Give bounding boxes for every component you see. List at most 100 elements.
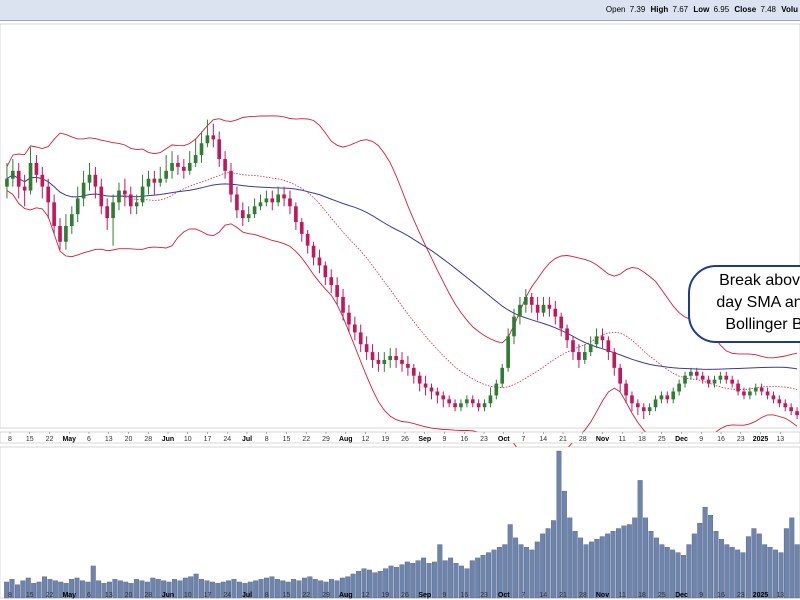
volume-date-tick-label: 15 xyxy=(26,592,34,599)
volume-date-tick-label: 9 xyxy=(443,592,447,599)
volume-date-tick-label: 16 xyxy=(460,592,468,599)
candle-body xyxy=(600,336,605,341)
volume-bar xyxy=(291,579,297,599)
volume-date-tick-label: 13 xyxy=(105,592,113,599)
date-tick-label: 11 xyxy=(619,436,626,443)
candle-body xyxy=(370,352,375,360)
candle-body xyxy=(11,170,15,179)
price-volume-chart: 8 15 22 May 6 13 20 28 Jun 10 17 24 Jul 8 15 22 29 Aug 12 1… xyxy=(0,23,800,599)
date-tick-label: 22 xyxy=(46,436,54,443)
volume-bar xyxy=(724,544,730,599)
candle-body xyxy=(158,178,163,183)
candle-body xyxy=(81,182,86,199)
candle-body xyxy=(535,304,540,313)
candle-body xyxy=(636,403,640,408)
price-panel-frame xyxy=(0,23,800,429)
volume-date-tick-label: Dec xyxy=(675,592,688,599)
candle-body xyxy=(134,202,139,207)
candle-body xyxy=(140,186,145,203)
volume-bar xyxy=(112,579,118,599)
candle-body xyxy=(588,344,593,353)
volume-date-tick-label: 2025 xyxy=(753,592,769,599)
candle-body xyxy=(518,304,522,317)
candle-body xyxy=(128,194,133,207)
volume-bar xyxy=(134,579,140,599)
volume-date-tick-label: 7 xyxy=(522,592,526,599)
candle-body xyxy=(677,383,681,392)
candle-body xyxy=(123,190,127,195)
candle-body xyxy=(435,391,440,396)
volume-bar xyxy=(513,537,519,599)
candle-body xyxy=(683,375,687,384)
volume-date-tick-label: Nov xyxy=(596,592,609,599)
volume-bar xyxy=(610,531,616,599)
date-tick-label: 25 xyxy=(658,436,666,443)
volume-bar xyxy=(794,544,800,599)
candle-body xyxy=(205,135,210,144)
volume-bar xyxy=(626,524,632,599)
candle-body xyxy=(276,194,281,203)
candle-body xyxy=(252,206,257,215)
candle-body xyxy=(700,375,705,380)
volume-bar xyxy=(751,528,757,599)
candle-body xyxy=(358,332,363,345)
candle-body xyxy=(299,222,304,234)
candle-body xyxy=(323,265,328,278)
candle-body xyxy=(753,387,758,392)
volume-date-tick-label: 11 xyxy=(619,592,626,599)
candle-body xyxy=(736,383,740,392)
candle-body xyxy=(87,174,92,183)
date-axis: 8 15 22 May 6 13 20 28 Jun 10 17 24 Jul 8 15 22 29 Aug 12 1… xyxy=(0,431,800,444)
volume-bar xyxy=(702,506,708,599)
candle-body xyxy=(16,170,21,187)
annotation-line-1: Break above xyxy=(719,272,800,289)
volume-bar xyxy=(572,531,578,599)
volume-bar xyxy=(253,580,259,599)
candle-body xyxy=(46,186,51,203)
candle-body xyxy=(553,308,558,317)
volume-date-tick-label: Jul xyxy=(242,592,252,599)
volume-date-tick-label: 25 xyxy=(658,592,666,599)
volume-bar xyxy=(648,531,654,599)
candle-body xyxy=(93,174,98,187)
annotation-line-3: Bollinger B xyxy=(725,316,800,333)
candle-body xyxy=(647,407,652,412)
candle-body xyxy=(258,202,263,207)
candle-body xyxy=(482,403,487,408)
candle-body xyxy=(429,387,434,392)
volume-bar xyxy=(621,525,627,599)
volume-bar xyxy=(193,573,199,599)
candle-body xyxy=(624,383,628,396)
volume-bar xyxy=(691,533,697,599)
candle-body xyxy=(105,206,110,219)
date-tick-label: 9 xyxy=(699,436,703,443)
volume-bar xyxy=(296,580,302,599)
candle-body xyxy=(671,391,676,400)
volume-bar xyxy=(431,561,437,599)
volume-bar xyxy=(410,563,416,599)
candle-body xyxy=(618,367,622,384)
date-tick-label: 10 xyxy=(184,436,192,443)
candle-body xyxy=(689,371,693,376)
volume-bar xyxy=(718,539,724,599)
volume-bar xyxy=(599,536,605,599)
volume-date-tick-label: 29 xyxy=(322,592,330,599)
volume-bar xyxy=(659,544,665,599)
candle-body xyxy=(111,202,115,219)
volume-bar xyxy=(518,544,524,599)
date-tick-label: 28 xyxy=(144,436,152,443)
date-tick-label: 20 xyxy=(125,436,133,443)
candle-body xyxy=(376,359,381,364)
candle-body xyxy=(659,395,664,400)
volume-date-tick-label: 8 xyxy=(8,592,12,599)
date-tick-label: 18 xyxy=(638,436,646,443)
candle-body xyxy=(465,399,469,404)
volume-panel: 8 15 22 May 6 13 20 28 Jun 10 17 24 Jul 8 15 22 29 Aug 12 1… xyxy=(0,446,800,599)
candle-body xyxy=(724,375,729,380)
volume-bar xyxy=(258,579,264,599)
volume-bar xyxy=(177,580,183,599)
date-tick-label: Nov xyxy=(596,436,609,443)
candle-body xyxy=(447,399,451,404)
candle-body xyxy=(5,178,9,187)
volume-bar xyxy=(545,528,551,599)
